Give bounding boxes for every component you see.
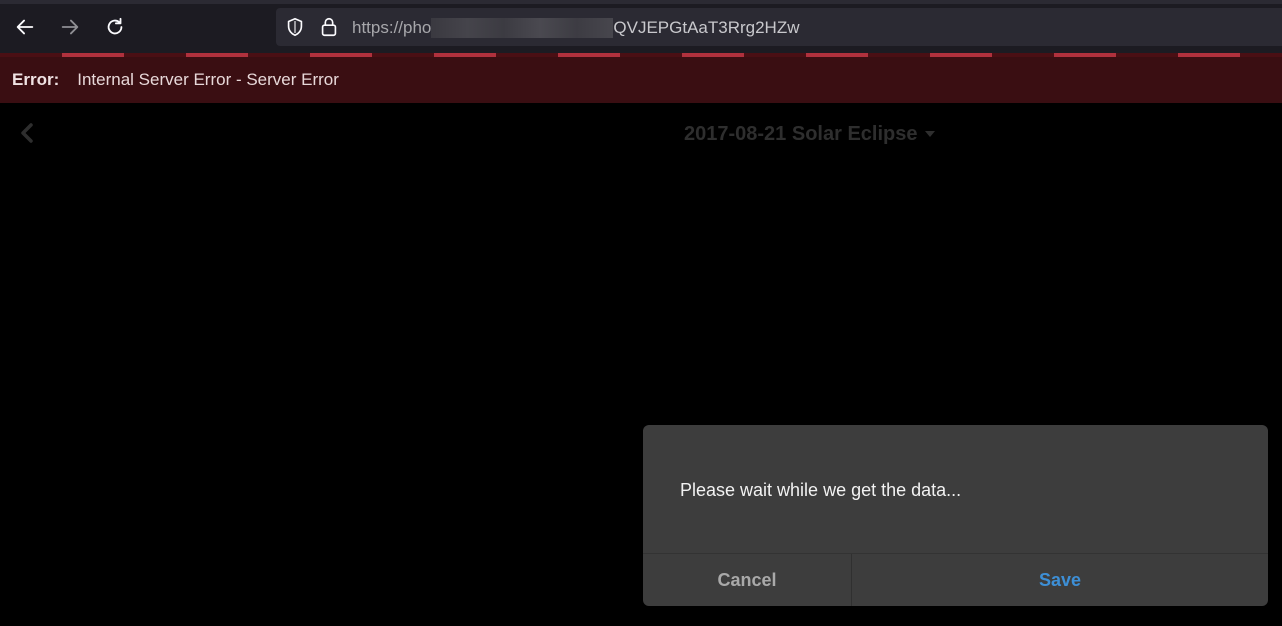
arrow-right-icon [61,19,79,35]
dialog-message: Please wait while we get the data... [680,480,962,500]
album-title-dropdown[interactable]: 2017-08-21 Solar Eclipse [684,122,936,146]
cancel-button[interactable]: Cancel [643,554,852,606]
forward-button[interactable] [55,12,85,42]
shield-icon[interactable] [284,16,306,38]
reload-button[interactable] [100,12,130,42]
url-suffix: QVJEPGtAaT3Rrg2HZw [613,18,800,37]
url-text[interactable]: https://pho QVJEPGtAaT3Rrg2HZw [352,18,800,38]
back-button[interactable] [10,12,40,42]
address-bar[interactable]: https://pho QVJEPGtAaT3Rrg2HZw [276,8,1282,46]
browser-toolbar: https://pho QVJEPGtAaT3Rrg2HZw [0,0,1282,53]
caret-down-icon [925,131,936,137]
arrow-left-icon [16,19,34,35]
lock-icon[interactable] [318,16,340,38]
chevron-left-icon[interactable] [18,122,36,144]
dialog-actions: Cancel Save [643,553,1268,606]
reload-icon [107,17,123,35]
page-title: 2017-08-21 Solar Eclipse [684,123,918,145]
url-redaction [431,18,614,38]
loading-dialog: Please wait while we get the data... Can… [643,425,1268,606]
error-label: Error: [12,70,60,89]
toolbar-top-edge [0,0,1282,4]
error-message: Internal Server Error - Server Error [77,70,339,89]
error-banner: Error: Internal Server Error - Server Er… [0,57,1282,103]
save-button[interactable]: Save [852,554,1268,606]
url-prefix: https://pho [352,18,432,37]
